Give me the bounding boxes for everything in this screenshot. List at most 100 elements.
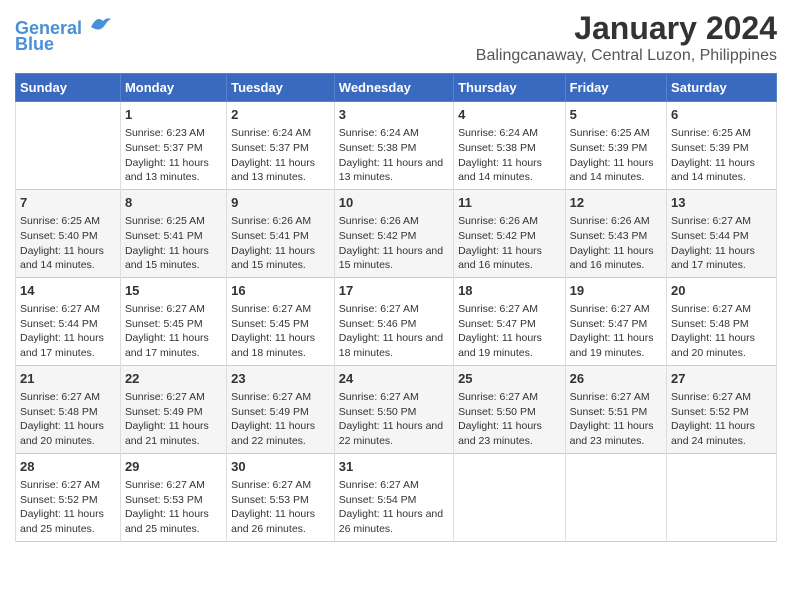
day-info: Sunrise: 6:26 AM [339, 214, 449, 229]
day-cell: 17Sunrise: 6:27 AMSunset: 5:46 PMDayligh… [334, 277, 453, 365]
day-sunset: Sunset: 5:40 PM [20, 229, 116, 244]
day-daylight: Daylight: 11 hours and 14 minutes. [20, 244, 116, 273]
day-number: 1 [125, 106, 222, 124]
day-cell: 30Sunrise: 6:27 AMSunset: 5:53 PMDayligh… [227, 453, 335, 541]
day-sunset: Sunset: 5:37 PM [231, 141, 330, 156]
day-daylight: Daylight: 11 hours and 13 minutes. [339, 156, 449, 185]
day-sunset: Sunset: 5:47 PM [570, 317, 662, 332]
day-info: Sunrise: 6:27 AM [125, 302, 222, 317]
day-daylight: Daylight: 11 hours and 17 minutes. [20, 331, 116, 360]
day-number: 25 [458, 370, 561, 388]
day-cell: 2Sunrise: 6:24 AMSunset: 5:37 PMDaylight… [227, 102, 335, 190]
day-info: Sunrise: 6:23 AM [125, 126, 222, 141]
day-sunset: Sunset: 5:41 PM [125, 229, 222, 244]
day-cell: 10Sunrise: 6:26 AMSunset: 5:42 PMDayligh… [334, 189, 453, 277]
day-info: Sunrise: 6:27 AM [339, 478, 449, 493]
day-cell [667, 453, 777, 541]
day-cell: 8Sunrise: 6:25 AMSunset: 5:41 PMDaylight… [120, 189, 226, 277]
day-daylight: Daylight: 11 hours and 15 minutes. [231, 244, 330, 273]
day-number: 10 [339, 194, 449, 212]
header-row: SundayMondayTuesdayWednesdayThursdayFrid… [16, 74, 777, 102]
day-number: 16 [231, 282, 330, 300]
day-cell: 19Sunrise: 6:27 AMSunset: 5:47 PMDayligh… [565, 277, 666, 365]
header-cell-sunday: Sunday [16, 74, 121, 102]
day-number: 14 [20, 282, 116, 300]
day-number: 7 [20, 194, 116, 212]
title-block: January 2024 Balingcanaway, Central Luzo… [476, 10, 777, 65]
day-sunset: Sunset: 5:41 PM [231, 229, 330, 244]
day-number: 17 [339, 282, 449, 300]
day-cell: 22Sunrise: 6:27 AMSunset: 5:49 PMDayligh… [120, 365, 226, 453]
calendar-table: SundayMondayTuesdayWednesdayThursdayFrid… [15, 73, 777, 542]
day-info: Sunrise: 6:26 AM [458, 214, 561, 229]
day-daylight: Daylight: 11 hours and 17 minutes. [125, 331, 222, 360]
day-daylight: Daylight: 11 hours and 25 minutes. [20, 507, 116, 536]
page-header: General Blue January 2024 Balingcanaway,… [15, 10, 777, 65]
day-daylight: Daylight: 11 hours and 20 minutes. [671, 331, 772, 360]
day-daylight: Daylight: 11 hours and 14 minutes. [671, 156, 772, 185]
day-daylight: Daylight: 11 hours and 26 minutes. [231, 507, 330, 536]
day-cell: 31Sunrise: 6:27 AMSunset: 5:54 PMDayligh… [334, 453, 453, 541]
day-cell: 13Sunrise: 6:27 AMSunset: 5:44 PMDayligh… [667, 189, 777, 277]
day-info: Sunrise: 6:27 AM [671, 390, 772, 405]
header-cell-thursday: Thursday [454, 74, 566, 102]
day-daylight: Daylight: 11 hours and 23 minutes. [458, 419, 561, 448]
calendar-body: 1 Sunrise: 6:23 AM Sunset: 5:37 PM Daylight… [16, 102, 777, 542]
day-number: 8 [125, 194, 222, 212]
day-info: Sunrise: 6:27 AM [20, 390, 116, 405]
day-cell [16, 102, 121, 190]
day-sunset: Sunset: 5:44 PM [671, 229, 772, 244]
day-number: 2 [231, 106, 330, 124]
day-info: Sunrise: 6:27 AM [339, 302, 449, 317]
day-number: 31 [339, 458, 449, 476]
day-sunset: Sunset: 5:51 PM [570, 405, 662, 420]
day-daylight: Daylight: 11 hours and 19 minutes. [458, 331, 561, 360]
day-daylight: Daylight: 11 hours and 26 minutes. [339, 507, 449, 536]
day-cell: 12Sunrise: 6:26 AMSunset: 5:43 PMDayligh… [565, 189, 666, 277]
day-number: 13 [671, 194, 772, 212]
day-sunset: Sunset: 5:39 PM [671, 141, 772, 156]
day-info: Sunrise: 6:27 AM [231, 302, 330, 317]
subtitle: Balingcanaway, Central Luzon, Philippine… [476, 47, 777, 65]
day-number: 24 [339, 370, 449, 388]
day-number: 15 [125, 282, 222, 300]
header-cell-monday: Monday [120, 74, 226, 102]
day-sunset: Sunset: 5:45 PM [125, 317, 222, 332]
day-cell: 28Sunrise: 6:27 AMSunset: 5:52 PMDayligh… [16, 453, 121, 541]
day-info: Sunrise: 6:24 AM [458, 126, 561, 141]
day-daylight: Daylight: 11 hours and 23 minutes. [570, 419, 662, 448]
day-sunset: Sunset: 5:46 PM [339, 317, 449, 332]
day-info: Sunrise: 6:27 AM [125, 390, 222, 405]
logo: General Blue [15, 10, 113, 55]
day-number: 30 [231, 458, 330, 476]
day-number: 28 [20, 458, 116, 476]
day-sunset: Sunset: 5:49 PM [125, 405, 222, 420]
day-cell: 16 Sunrise: 6:27 AMSunset: 5:45 PMDayligh… [227, 277, 335, 365]
day-cell [565, 453, 666, 541]
day-number: 21 [20, 370, 116, 388]
day-number: 27 [671, 370, 772, 388]
main-title: January 2024 [476, 10, 777, 47]
day-number: 20 [671, 282, 772, 300]
logo-bird-icon [89, 10, 113, 34]
day-cell: 26Sunrise: 6:27 AMSunset: 5:51 PMDayligh… [565, 365, 666, 453]
day-number: 9 [231, 194, 330, 212]
day-sunset: Sunset: 5:50 PM [339, 405, 449, 420]
day-number: 4 [458, 106, 561, 124]
day-number: 18 [458, 282, 561, 300]
day-info: Sunrise: 6:25 AM [671, 126, 772, 141]
day-number: 11 [458, 194, 561, 212]
day-info: Sunrise: 6:27 AM [231, 478, 330, 493]
day-daylight: Daylight: 11 hours and 16 minutes. [458, 244, 561, 273]
day-number: 5 [570, 106, 662, 124]
day-sunset: Sunset: 5:47 PM [458, 317, 561, 332]
day-sunset: Sunset: 5:42 PM [458, 229, 561, 244]
day-daylight: Daylight: 11 hours and 15 minutes. [339, 244, 449, 273]
day-info: Sunrise: 6:27 AM [458, 390, 561, 405]
day-sunset: Sunset: 5:45 PM [231, 317, 330, 332]
day-daylight: Daylight: 11 hours and 18 minutes. [231, 331, 330, 360]
day-number: 26 [570, 370, 662, 388]
day-sunset: Sunset: 5:48 PM [20, 405, 116, 420]
day-sunset: Sunset: 5:38 PM [458, 141, 561, 156]
week-row-3: 14Sunrise: 6:27 AMSunset: 5:44 PMDayligh… [16, 277, 777, 365]
